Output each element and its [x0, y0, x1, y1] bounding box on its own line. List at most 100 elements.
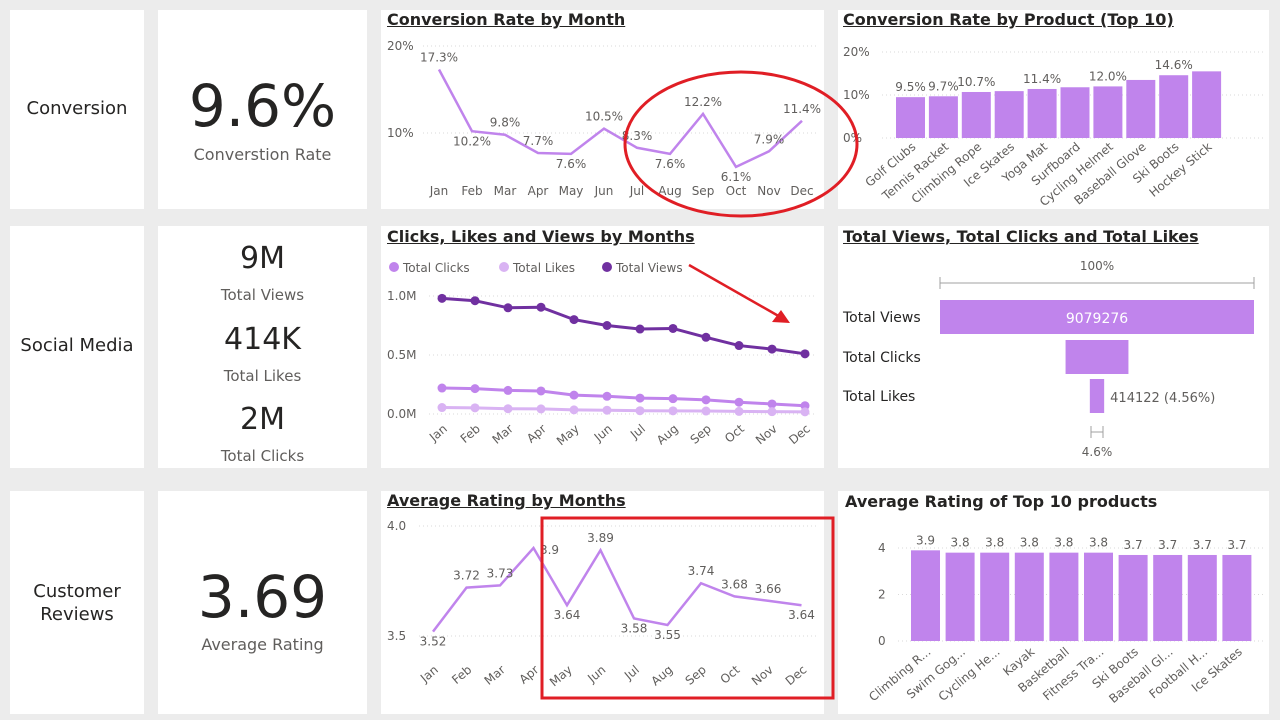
section-label-reviews-line2: Reviews	[40, 604, 114, 625]
bar	[994, 91, 1024, 138]
y-tick-label: 3.5	[387, 629, 406, 643]
data-point	[668, 394, 678, 404]
bar	[1187, 554, 1217, 641]
legend-label: Total Clicks	[402, 261, 470, 275]
x-tick-label: Dec	[790, 184, 813, 198]
data-label: 7.7%	[523, 134, 554, 148]
kpi-clicks-value: 2M	[240, 402, 285, 437]
data-label: 3.68	[721, 577, 748, 591]
chart-card-rating-by-month[interactable]: Average Rating by Months 4.0 3.5 3.52 Jan 3.…	[381, 491, 824, 714]
bar	[1159, 75, 1189, 138]
data-label: 3.7	[1227, 538, 1246, 552]
bar	[980, 552, 1010, 641]
section-card-conversion: Conversion	[10, 10, 144, 209]
x-tick-label: Mar	[494, 184, 517, 198]
data-point	[437, 293, 447, 303]
data-point	[602, 405, 612, 415]
data-label: 3.73	[487, 566, 514, 580]
chart-card-funnel[interactable]: Total Views, Total Clicks and Total Like…	[838, 226, 1269, 468]
bar	[911, 550, 940, 641]
bar	[1014, 552, 1044, 641]
chart-card-conversion-by-product[interactable]: Conversion Rate by Product (Top 10) 20% 1…	[838, 10, 1269, 209]
bar	[928, 96, 958, 138]
y-tick-label: 4	[878, 541, 886, 555]
x-tick-label: Jun	[584, 663, 608, 686]
chart-card-conversion-by-month[interactable]: Conversion Rate by Month 20% 10% 17.3% Jan 1…	[381, 10, 824, 209]
data-point	[503, 404, 513, 414]
bar	[896, 97, 925, 138]
bar	[1060, 87, 1090, 138]
kpi-views-value: 9M	[240, 241, 285, 276]
x-tick-label: Apr	[528, 184, 549, 198]
y-tick-label: 0.5M	[387, 348, 416, 362]
x-tick-label: Aug	[648, 663, 675, 689]
funnel-bar	[1065, 340, 1129, 374]
legend-label: Total Views	[615, 261, 683, 275]
rating-top-products-chart[interactable]: 4203.9Climbing R...3.8Swim Gog...3.8Cycl…	[838, 491, 1269, 714]
kpi-conversion-label: Converstion Rate	[193, 145, 332, 164]
bar	[1153, 554, 1183, 641]
data-label: 3.64	[554, 608, 581, 622]
data-point	[701, 395, 711, 405]
data-point	[536, 404, 546, 414]
data-label: 3.9	[916, 533, 935, 547]
data-point	[701, 406, 711, 416]
data-label: 3.8	[1020, 536, 1039, 550]
y-tick-label: 1.0M	[387, 289, 416, 303]
x-tick-label: Apr	[517, 663, 542, 687]
data-point	[734, 406, 744, 416]
funnel-chart[interactable]: 100%Total Views 9079276Total ClicksTotal …	[838, 226, 1269, 468]
x-tick-label: Feb	[449, 663, 474, 687]
data-point	[602, 321, 612, 330]
kpi-likes-label: Total Likes	[223, 367, 302, 385]
kpi-card-average-rating[interactable]: 3.69 Average Rating	[158, 491, 367, 714]
data-point	[767, 344, 777, 354]
x-tick-label: Sep	[683, 663, 709, 688]
data-label: 9.5%	[895, 80, 926, 94]
data-point	[635, 393, 645, 403]
y-tick-label: 0	[878, 634, 886, 648]
engagement-by-month-chart[interactable]: 1.0M 0.5M 0.0M Total Clicks Total Likes Total…	[381, 226, 824, 468]
section-card-social: Social Media	[10, 226, 144, 468]
data-label: 17.3%	[420, 50, 458, 64]
data-point	[701, 332, 711, 342]
data-point	[470, 384, 480, 394]
data-label: 10.5%	[585, 110, 623, 124]
chart-card-engagement-by-month[interactable]: Clicks, Likes and Views by Months 1.0M 0.…	[381, 226, 824, 468]
data-label: 8.3%	[622, 129, 653, 143]
data-label: 7.6%	[556, 157, 587, 171]
data-point	[602, 391, 612, 401]
funnel-bar	[1089, 379, 1105, 413]
y-tick-label: 20%	[387, 39, 414, 53]
bar	[1118, 554, 1148, 641]
data-label: 11.4%	[783, 102, 821, 116]
data-point	[536, 302, 546, 312]
conversion-by-product-chart[interactable]: 20%10%0%9.5%Golf Clubs9.7%Tennis Racket1…	[838, 10, 1269, 209]
rating-by-month-chart[interactable]: 4.0 3.5 3.52 Jan 3.72 Feb 3.73 Mar 3.9 Apr 3.64 May…	[381, 491, 824, 714]
data-label: 3.55	[654, 628, 681, 642]
bar	[1084, 552, 1113, 641]
data-point	[437, 383, 447, 393]
data-point	[734, 341, 744, 351]
x-tick-label: Cycling He...	[936, 645, 1003, 704]
data-label: 3.8	[985, 536, 1004, 550]
data-label: 3.66	[755, 582, 782, 596]
data-label: 9.7%	[928, 79, 959, 93]
y-tick-label: 20%	[843, 45, 870, 59]
data-point	[569, 390, 579, 400]
series-line	[441, 386, 806, 408]
data-point	[569, 315, 579, 325]
x-tick-label: Nov	[753, 422, 780, 448]
legend-marker	[602, 262, 612, 272]
data-label: 6.1%	[721, 170, 752, 184]
chart-card-rating-top-products[interactable]: Average Rating of Top 10 products 4 2 0 3.9…	[838, 491, 1269, 714]
kpi-card-conversion-rate[interactable]: 9.6% Converstion Rate	[158, 10, 367, 209]
data-point	[800, 349, 810, 359]
data-point	[470, 296, 480, 306]
legend-marker	[499, 262, 509, 272]
y-tick-label: 0%	[843, 131, 862, 145]
data-point	[668, 323, 678, 333]
data-label: 7.9%	[754, 132, 785, 146]
conversion-by-month-chart[interactable]: 20% 10% 17.3% Jan 10.2% Feb 9.8% Mar 7.7% Apr 7.6%…	[381, 10, 824, 209]
kpi-card-social[interactable]: 9M Total Views 414K Total Likes 2M Total…	[158, 226, 367, 468]
